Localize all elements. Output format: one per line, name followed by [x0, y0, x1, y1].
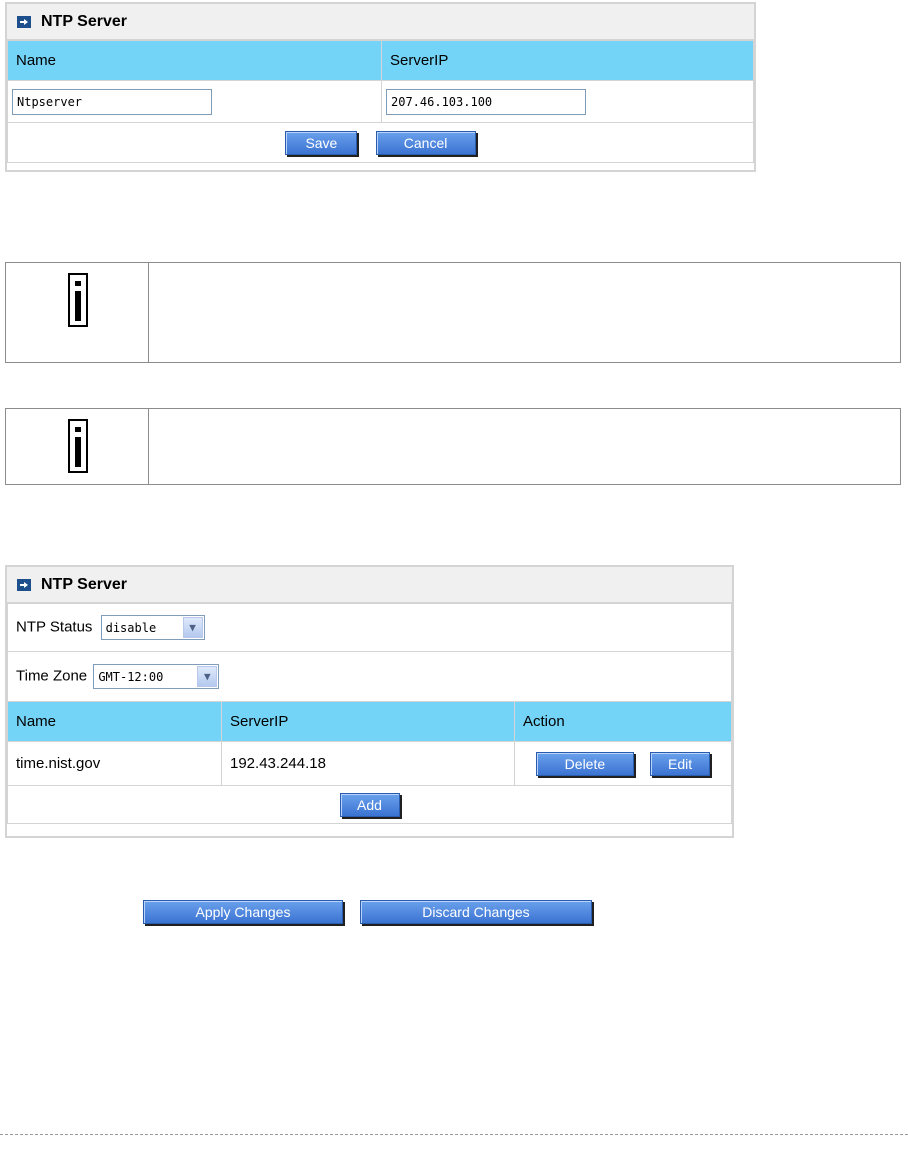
edit-row [7, 80, 754, 123]
column-header-name: Name [7, 40, 382, 81]
button-row: Save Cancel [7, 122, 754, 163]
discard-changes-button[interactable]: Discard Changes [360, 900, 592, 924]
arrow-right-icon [17, 15, 31, 28]
serverip-input[interactable] [386, 88, 586, 115]
ntp-server-edit-panel: NTP Server Name ServerIP Save Cancel [5, 2, 756, 172]
delete-button[interactable]: Delete [535, 751, 634, 776]
column-header-serverip: ServerIP [381, 40, 754, 81]
info-icon [68, 419, 88, 473]
ntp-status-label: NTP Status [16, 618, 93, 636]
panel-header: NTP Server [7, 567, 732, 603]
chevron-down-icon[interactable]: ▼ [182, 617, 203, 638]
save-button[interactable]: Save [285, 130, 358, 155]
ntp-status-row: NTP Status disable ▼ [7, 603, 732, 652]
column-header-name: Name [7, 701, 222, 742]
page-divider [0, 1134, 908, 1135]
arrow-right-icon [17, 578, 31, 591]
panel-header: NTP Server [7, 4, 754, 40]
name-input[interactable] [12, 88, 212, 115]
panel-title: NTP Server [41, 12, 127, 30]
time-zone-select[interactable]: GMT-12:00 ▼ [93, 664, 220, 689]
cell-name: time.nist.gov [7, 741, 222, 786]
column-header-serverip: ServerIP [221, 701, 515, 742]
time-zone-row: Time Zone GMT-12:00 ▼ [7, 651, 732, 702]
edit-button[interactable]: Edit [650, 751, 711, 776]
note-box [5, 262, 901, 363]
ntp-status-select[interactable]: disable ▼ [100, 615, 205, 640]
edit-table: Name ServerIP Save Cancel [7, 40, 754, 163]
info-icon [68, 273, 88, 327]
chevron-down-icon[interactable]: ▼ [197, 666, 218, 687]
table-header-row: Name ServerIP Action [7, 701, 732, 742]
time-zone-value: GMT-12:00 [98, 669, 164, 684]
table-row: time.nist.gov 192.43.244.18 Delete Edit [7, 741, 732, 786]
server-table: NTP Status disable ▼ Time Zone GMT-12:00… [7, 603, 732, 824]
table-header-row: Name ServerIP [7, 40, 754, 81]
panel-title: NTP Server [41, 575, 127, 593]
note-box [5, 408, 901, 485]
column-header-action: Action [514, 701, 732, 742]
cell-serverip: 192.43.244.18 [221, 741, 515, 786]
ntp-server-list-panel: NTP Server NTP Status disable ▼ Time Zon… [5, 565, 734, 838]
apply-changes-button[interactable]: Apply Changes [143, 900, 343, 924]
add-row: Add [7, 785, 732, 824]
ntp-status-value: disable [105, 620, 157, 635]
time-zone-label: Time Zone [16, 667, 88, 685]
add-button[interactable]: Add [339, 792, 400, 817]
cancel-button[interactable]: Cancel [375, 130, 476, 155]
